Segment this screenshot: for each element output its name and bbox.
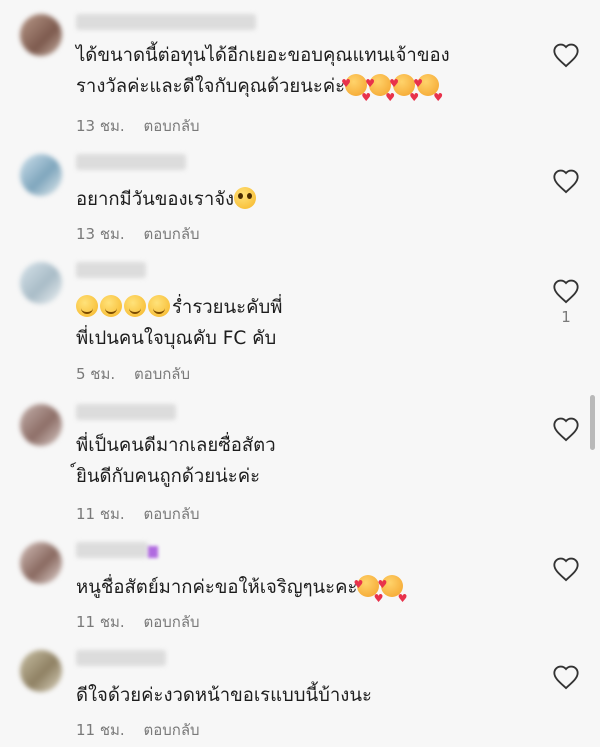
heart-outline-icon[interactable]: [552, 416, 580, 442]
love-emoji-icon: [365, 68, 395, 113]
scrollbar[interactable]: [590, 395, 595, 450]
avatar[interactable]: [20, 14, 62, 56]
username-blurred[interactable]: [76, 154, 186, 170]
reply-button[interactable]: ตอบกลับ: [143, 117, 199, 135]
username-blurred[interactable]: [76, 262, 146, 278]
pleading-emoji-icon: [234, 187, 257, 209]
like-count: 1: [561, 308, 571, 326]
comment-meta: 11 ชม. ตอบกลับ: [76, 610, 200, 634]
username-badge: [148, 546, 158, 558]
username-blurred[interactable]: [76, 542, 148, 558]
avatar[interactable]: [20, 404, 62, 446]
avatar[interactable]: [20, 542, 62, 584]
reply-button[interactable]: ตอบกลับ: [134, 365, 190, 383]
comment-text: ดีใจด้วยค่ะงวดหน้าขอเรแบบนี้บ้างนะ: [76, 685, 372, 706]
smile-emoji-icon: [100, 295, 122, 317]
timestamp: 5 ชม.: [76, 365, 116, 383]
smile-emoji-icon: [76, 295, 98, 317]
reply-button[interactable]: ตอบกลับ: [143, 613, 199, 631]
comment-meta: 13 ชม. ตอบกลับ: [76, 114, 200, 138]
comment-text: พี่เป็นคนดีมากเลยซื่อสัตว ์ยินดีกับคนถูก…: [76, 435, 276, 487]
username-blurred[interactable]: [76, 650, 166, 666]
timestamp: 11 ชม.: [76, 721, 125, 739]
comment-text: อยากมีวันของเราจัง: [76, 184, 536, 215]
timestamp: 11 ชม.: [76, 505, 125, 523]
comment-meta: 5 ชม. ตอบกลับ: [76, 362, 190, 386]
comment-text: ร่ำรวยนะคับพี่ พี่เปนคนใจบุณคับ FC คับ: [76, 295, 283, 349]
heart-outline-icon[interactable]: [552, 42, 580, 68]
comment-meta: 13 ชม. ตอบกลับ: [76, 222, 200, 246]
love-emoji-icon: [413, 68, 443, 113]
username-blurred[interactable]: [76, 14, 256, 30]
avatar[interactable]: [20, 154, 62, 196]
reply-button[interactable]: ตอบกลับ: [143, 721, 199, 739]
comment-meta: 11 ชม. ตอบกลับ: [76, 718, 200, 742]
smile-emoji-icon: [124, 295, 146, 317]
reply-button[interactable]: ตอบกลับ: [143, 505, 199, 523]
timestamp: 13 ชม.: [76, 225, 125, 243]
comment-text: ได้ขนาดนี้ต่อทุนได้อีกเยอะขอบคุณแทนเจ้าข…: [76, 40, 536, 113]
heart-outline-icon[interactable]: [552, 278, 580, 304]
heart-outline-icon[interactable]: [552, 556, 580, 582]
love-emoji-icon: [377, 569, 407, 614]
love-emoji-icon: [353, 569, 383, 614]
love-emoji-icon: [341, 68, 371, 113]
heart-outline-icon[interactable]: [552, 664, 580, 690]
timestamp: 11 ชม.: [76, 613, 125, 631]
timestamp: 13 ชม.: [76, 117, 125, 135]
heart-outline-icon[interactable]: [552, 168, 580, 194]
love-emoji-icon: [389, 68, 419, 113]
smile-emoji-icon: [148, 295, 170, 317]
avatar[interactable]: [20, 650, 62, 692]
comment-text: หนูชื่อสัตย์มากค่ะขอให้เจริญๆนะคะ: [76, 569, 536, 614]
comment-meta: 11 ชม. ตอบกลับ: [76, 502, 200, 526]
username-blurred[interactable]: [76, 404, 176, 420]
avatar[interactable]: [20, 262, 62, 304]
reply-button[interactable]: ตอบกลับ: [143, 225, 199, 243]
